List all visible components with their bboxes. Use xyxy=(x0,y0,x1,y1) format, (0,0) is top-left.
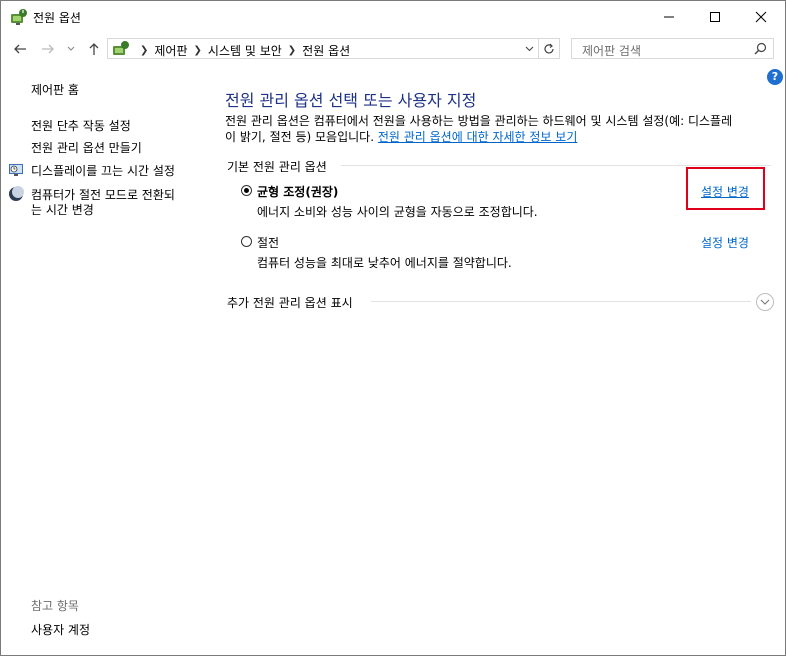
back-button[interactable] xyxy=(9,39,31,59)
address-dropdown-button[interactable] xyxy=(521,39,537,58)
address-bar[interactable]: ❯ 제어판 ❯ 시스템 및 보안 ❯ 전원 옵션 xyxy=(107,38,560,59)
divider xyxy=(341,165,771,166)
moon-icon xyxy=(8,186,24,202)
sidebar-item-sleep-time-line2[interactable]: 는 시간 변경 xyxy=(31,201,94,218)
power-options-icon xyxy=(112,40,130,58)
chevron-down-icon xyxy=(760,299,770,305)
recent-locations-button[interactable] xyxy=(63,39,79,59)
description-line1: 전원 관리 옵션은 컴퓨터에서 전원을 사용하는 방법을 관리하는 하드웨어 및… xyxy=(225,114,733,128)
maximize-icon xyxy=(710,11,720,22)
title-bar: 전원 옵션 xyxy=(1,1,785,32)
page-description: 전원 관리 옵션은 컴퓨터에서 전원을 사용하는 방법을 관리하는 하드웨어 및… xyxy=(225,113,777,145)
back-arrow-icon xyxy=(14,44,26,54)
group-label-basic-plans: 기본 전원 관리 옵션 xyxy=(227,160,327,174)
breadcrumb-separator-icon[interactable]: ❯ xyxy=(288,45,296,56)
minimize-button[interactable] xyxy=(646,1,692,32)
search-icon[interactable] xyxy=(754,42,767,58)
chevron-down-icon xyxy=(525,46,533,51)
change-settings-power-saver-link[interactable]: 설정 변경 xyxy=(701,234,749,251)
more-info-link[interactable]: 전원 관리 옵션에 대한 자세한 정보 보기 xyxy=(378,130,578,144)
breadcrumb-control-panel[interactable]: 제어판 xyxy=(154,42,187,59)
close-icon xyxy=(755,11,767,22)
page-title: 전원 관리 옵션 선택 또는 사용자 지정 xyxy=(225,91,477,110)
up-arrow-icon xyxy=(89,43,99,55)
minimize-icon xyxy=(664,16,674,17)
plan-description-balanced: 에너지 소비와 성능 사이의 균형을 자동으로 조정합니다. xyxy=(257,205,538,219)
breadcrumb: ❯ 제어판 ❯ 시스템 및 보안 ❯ 전원 옵션 xyxy=(134,42,350,59)
chevron-down-icon xyxy=(67,46,75,51)
radio-power-saver[interactable] xyxy=(241,236,252,247)
expand-button[interactable] xyxy=(756,293,774,311)
refresh-icon xyxy=(544,43,554,53)
sidebar-item-power-button-settings[interactable]: 전원 단추 작동 설정 xyxy=(31,117,131,134)
highlight-box xyxy=(686,167,765,210)
forward-button[interactable] xyxy=(37,39,59,59)
see-also-heading: 참고 항목 xyxy=(31,599,79,613)
sidebar-item-create-power-plan[interactable]: 전원 관리 옵션 만들기 xyxy=(31,139,142,156)
description-line2: 이 밝기, 절전 등) 모음입니다. xyxy=(225,130,375,144)
search-placeholder: 제어판 검색 xyxy=(582,44,642,58)
refresh-button[interactable] xyxy=(538,39,559,58)
breadcrumb-system-security[interactable]: 시스템 및 보안 xyxy=(208,42,282,59)
display-clock-icon xyxy=(8,162,24,178)
plan-description-power-saver: 컴퓨터 성능을 최대로 낮추어 에너지를 절약합니다. xyxy=(257,256,512,270)
power-options-window: 전원 옵션 ❯ 제어판 ❯ 시스템 및 보안 ❯ 전원 옵션 제어판 검색 ? … xyxy=(0,0,786,656)
plan-name-balanced[interactable]: 균형 조정(권장) xyxy=(257,183,338,200)
window-title: 전원 옵션 xyxy=(33,11,81,25)
close-button[interactable] xyxy=(738,1,784,32)
maximize-button[interactable] xyxy=(692,1,738,32)
see-also-user-accounts[interactable]: 사용자 계정 xyxy=(31,621,90,638)
plan-name-power-saver[interactable]: 절전 xyxy=(257,234,279,251)
radio-balanced[interactable] xyxy=(241,185,252,196)
radio-selected-dot xyxy=(244,188,249,193)
up-button[interactable] xyxy=(83,39,105,59)
forward-arrow-icon xyxy=(42,44,54,54)
search-box[interactable]: 제어판 검색 xyxy=(571,38,774,59)
breadcrumb-power-options[interactable]: 전원 옵션 xyxy=(302,42,350,59)
power-options-icon xyxy=(10,8,28,26)
breadcrumb-separator-icon[interactable]: ❯ xyxy=(194,45,202,56)
breadcrumb-separator-icon[interactable]: ❯ xyxy=(140,45,148,56)
sidebar-item-display-off-time[interactable]: 디스플레이를 끄는 시간 설정 xyxy=(31,162,175,179)
show-additional-plans-label[interactable]: 추가 전원 관리 옵션 표시 xyxy=(227,294,353,311)
divider xyxy=(371,301,751,302)
help-icon[interactable]: ? xyxy=(767,69,783,85)
sidebar-control-panel-home[interactable]: 제어판 홈 xyxy=(31,81,79,98)
